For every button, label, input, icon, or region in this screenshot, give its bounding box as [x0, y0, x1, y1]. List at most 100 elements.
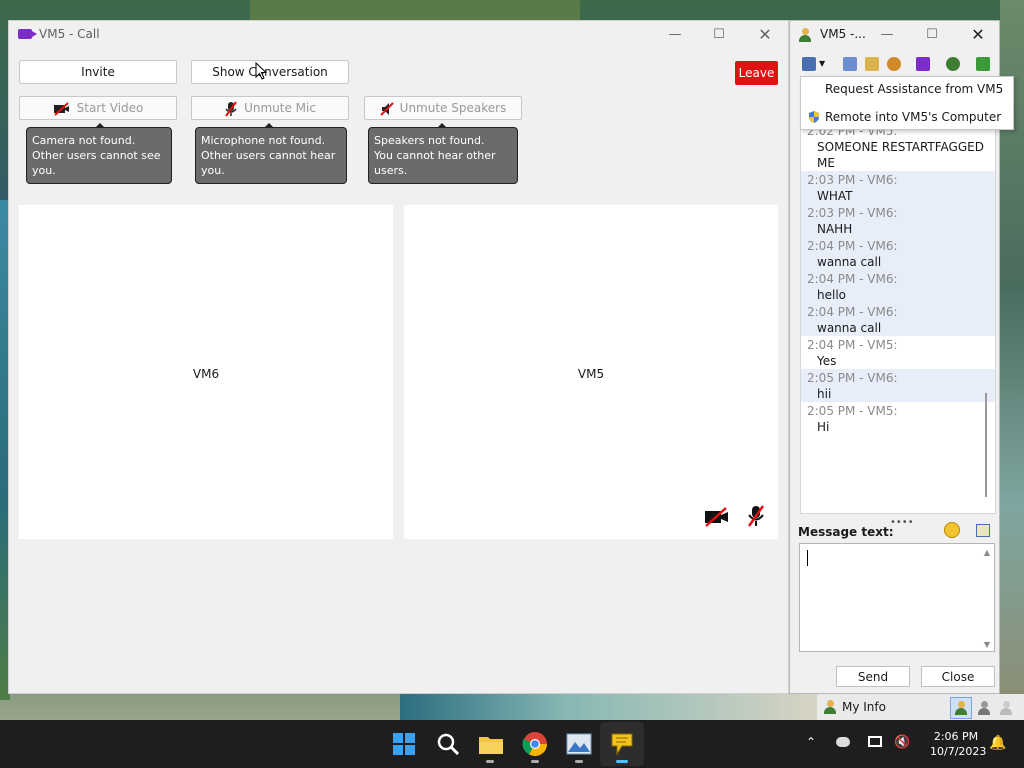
taskbar-clock[interactable]: 2:06 PM 10/7/2023	[930, 729, 987, 759]
video-pane-vm5[interactable]: VM5	[404, 205, 778, 539]
shield-icon	[809, 111, 819, 123]
chat-message: 2:05 PM - VM5: Hi	[801, 402, 995, 435]
minimize-button[interactable]: —	[653, 23, 697, 47]
message-list: 2:02 PM - VM5: SOMEONE RESTARTFAGGED ME 2:…	[801, 122, 995, 435]
unmute-mic-label: Unmute Mic	[244, 101, 316, 115]
actions-dropdown-menu: Request Assistance from VM5 Remote into …	[800, 76, 1014, 130]
running-indicator	[486, 760, 494, 763]
chrome-icon[interactable]	[521, 730, 549, 758]
user-away-icon[interactable]	[978, 701, 990, 715]
message-body: WHAT	[817, 189, 853, 203]
start-video-button[interactable]: Start Video	[19, 96, 177, 120]
scroll-down-icon[interactable]: ▼	[984, 640, 990, 649]
chat-history[interactable]: 2:02 PM - VM5: SOMEONE RESTARTFAGGED ME 2:…	[800, 121, 996, 514]
notes-icon[interactable]	[843, 57, 857, 71]
splitter-handle[interactable]: ••••	[890, 517, 914, 528]
mouse-cursor-icon	[255, 62, 267, 80]
tooltip-line: Other users cannot see you.	[32, 149, 161, 177]
maximize-button[interactable]: ☐	[910, 23, 954, 47]
message-timestamp: 2:03 PM - VM6:	[807, 206, 898, 220]
unmute-speakers-button[interactable]: Unmute Speakers	[364, 96, 522, 120]
network-icon[interactable]	[868, 736, 882, 747]
windows-start-icon[interactable]	[390, 730, 418, 758]
message-body: hii	[817, 387, 832, 401]
menu-item-remote-into[interactable]: Remote into VM5's Computer	[825, 110, 1001, 124]
show-conversation-button[interactable]: Show Conversation	[191, 60, 349, 84]
file-transfer-icon[interactable]	[802, 57, 816, 71]
message-timestamp: 2:04 PM - VM6:	[807, 272, 898, 286]
speakers-tooltip: Speakers not found. You cannot hear othe…	[368, 123, 518, 184]
volume-muted-icon[interactable]: 🔇	[894, 735, 910, 750]
clipboard-icon[interactable]	[865, 57, 879, 71]
menu-item-request-assistance[interactable]: Request Assistance from VM5	[825, 82, 1003, 96]
minimize-button[interactable]: —	[865, 23, 909, 47]
message-timestamp: 2:04 PM - VM6:	[807, 305, 898, 319]
chevron-up-icon[interactable]: ⌃	[806, 735, 816, 749]
chat-message: 2:04 PM - VM6: hello	[801, 270, 995, 303]
maximize-button[interactable]: ☐	[697, 23, 741, 47]
mic-tooltip: Microphone not found. Other users cannot…	[195, 123, 347, 184]
onedrive-icon[interactable]	[836, 737, 850, 747]
active-indicator	[616, 760, 628, 763]
clock-date: 10/7/2023	[930, 745, 987, 758]
chat-message: 2:04 PM - VM6: wanna call	[801, 303, 995, 336]
chat-message: 2:05 PM - VM6: hii	[801, 369, 995, 402]
group-users-icon[interactable]	[946, 57, 960, 71]
tooltip-line: Other users cannot hear you.	[201, 149, 336, 177]
message-body: SOMEONE RESTARTFAGGED ME	[817, 140, 984, 170]
chat-message: 2:04 PM - VM5: Yes	[801, 336, 995, 369]
running-indicator	[531, 760, 539, 763]
call-titlebar[interactable]: VM5 - Call — ☐ ✕	[9, 21, 788, 49]
unmute-mic-button[interactable]: Unmute Mic	[191, 96, 349, 120]
user-icon	[799, 28, 811, 42]
chat-scrollbar[interactable]	[986, 140, 994, 515]
message-input[interactable]: ▲ ▼	[799, 543, 995, 652]
search-icon[interactable]	[434, 730, 462, 758]
message-timestamp: 2:03 PM - VM6:	[807, 173, 898, 187]
start-video-label: Start Video	[76, 101, 144, 115]
message-body: hello	[817, 288, 846, 302]
clock-time: 2:06 PM	[933, 730, 979, 743]
close-window-button[interactable]: ✕	[743, 23, 787, 47]
message-timestamp: 2:05 PM - VM6:	[807, 371, 898, 385]
participant-name: VM5	[577, 367, 605, 381]
send-button[interactable]: Send	[836, 666, 910, 687]
message-timestamp: 2:05 PM - VM5:	[807, 404, 898, 418]
close-window-button[interactable]: ✕	[956, 23, 1000, 47]
video-pane-vm6[interactable]: VM6	[19, 205, 393, 539]
message-timestamp: 2:04 PM - VM6:	[807, 239, 898, 253]
chat-message: 2:04 PM - VM6: wanna call	[801, 237, 995, 270]
message-body: NAHH	[817, 222, 853, 236]
chat-message: 2:03 PM - VM6: WHAT	[801, 171, 995, 204]
invite-button[interactable]: Invite	[19, 60, 177, 84]
messenger-titlebar[interactable]: VM5 -... — ☐ ✕	[790, 21, 999, 49]
scroll-up-icon[interactable]: ▲	[984, 548, 990, 557]
leave-button[interactable]: Leave	[735, 61, 778, 85]
chat-app-icon[interactable]	[608, 730, 636, 758]
photos-icon[interactable]	[565, 730, 593, 758]
message-text-label: Message text:	[798, 525, 894, 539]
speaker-off-icon	[379, 101, 394, 116]
camera-tooltip: Camera not found. Other users cannot see…	[26, 123, 172, 184]
participant-name: VM6	[192, 367, 220, 381]
close-button[interactable]: Close	[921, 666, 995, 687]
user-offline-icon[interactable]	[1000, 701, 1012, 715]
mic-off-icon	[225, 100, 237, 117]
notification-bell-icon[interactable]: 🔔	[989, 735, 1006, 751]
my-info-button[interactable]: My Info	[842, 700, 886, 714]
chevron-down-icon[interactable]: ▼	[819, 59, 825, 68]
text-caret	[807, 550, 808, 566]
gear-icon[interactable]	[887, 57, 901, 71]
call-window: VM5 - Call — ☐ ✕ Invite Show Conversatio…	[8, 20, 789, 694]
camera-off-icon	[705, 507, 728, 527]
video-call-icon[interactable]	[916, 57, 930, 71]
message-body: wanna call	[817, 321, 882, 335]
chat-scrollbar-thumb[interactable]	[985, 393, 987, 497]
running-indicator	[575, 760, 583, 763]
file-explorer-icon[interactable]	[477, 730, 505, 758]
emoji-icon[interactable]	[944, 522, 960, 538]
tooltip-line: Speakers not found.	[374, 134, 485, 147]
tooltip-line: Camera not found.	[32, 134, 136, 147]
exit-icon[interactable]	[976, 57, 990, 71]
edit-note-icon[interactable]	[976, 524, 990, 537]
